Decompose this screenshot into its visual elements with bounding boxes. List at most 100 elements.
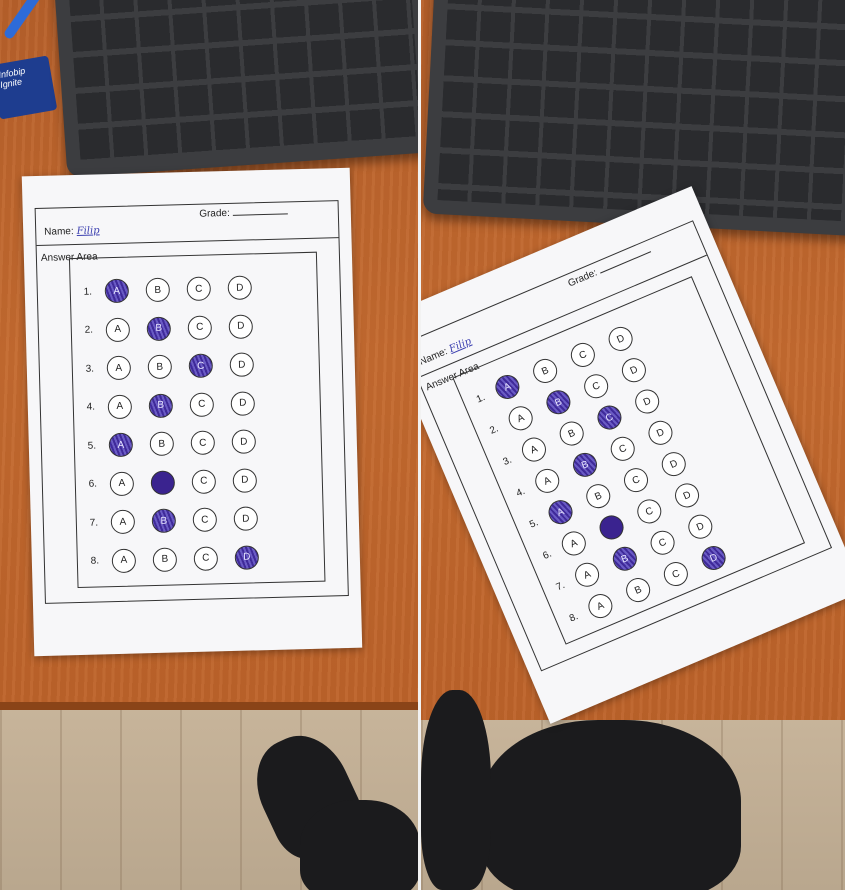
answer-bubble-d[interactable]: D (232, 467, 258, 493)
question-number: 2. (487, 422, 500, 437)
name-value: Filip (447, 336, 474, 356)
question-number: 5. (87, 440, 97, 452)
answer-bubble-b[interactable]: B (150, 469, 176, 495)
question-row: 2. A B C D (71, 309, 318, 345)
name-field: Name:Filip (421, 336, 473, 368)
answer-bubble-b[interactable]: B (569, 449, 601, 481)
answer-bubble-c[interactable]: C (646, 526, 679, 559)
question-row: 1. A B C D (70, 271, 317, 307)
answer-bubble-a[interactable]: A (110, 509, 136, 535)
answer-bubble-a[interactable]: A (558, 527, 590, 560)
answer-bubble-b[interactable]: B (148, 393, 174, 418)
answer-area: 1.ABCD2.ABCD3.ABCD4.ABCD5.ABCD6.ABCD7.AB… (68, 251, 326, 589)
answer-bubble-c[interactable]: C (606, 433, 639, 465)
answer-bubble-c[interactable]: C (192, 507, 218, 533)
question-number: 8. (90, 555, 100, 567)
question-number: 3. (85, 363, 95, 375)
answer-bubble-a[interactable]: A (544, 496, 577, 528)
answer-bubble-d[interactable]: D (618, 354, 650, 386)
answer-bubble-b[interactable]: B (595, 511, 628, 544)
answer-bubble-b[interactable]: B (147, 354, 173, 380)
question-row: 3. A B C D (72, 348, 319, 384)
answer-bubble-b[interactable]: B (152, 546, 178, 572)
answer-bubble-d[interactable]: D (229, 352, 255, 377)
answer-bubble-a[interactable]: A (111, 548, 137, 573)
answer-bubble-d[interactable]: D (231, 429, 257, 454)
shadow (421, 690, 491, 890)
answer-bubble-d[interactable]: D (604, 323, 637, 355)
leg (300, 800, 418, 890)
question-row: 7. A B C D (76, 502, 323, 538)
answer-bubble-c[interactable]: C (186, 276, 212, 302)
answer-bubble-a[interactable]: A (105, 317, 131, 342)
header-divider (36, 237, 339, 247)
answer-bubble-a[interactable]: A (504, 402, 537, 435)
answer-bubble-c[interactable]: C (580, 370, 612, 402)
answer-bubble-a[interactable]: A (518, 433, 550, 466)
answer-bubble-c[interactable]: C (191, 468, 217, 494)
answer-bubble-b[interactable]: B (151, 508, 177, 534)
answer-bubble-c[interactable]: C (190, 430, 216, 456)
answer-bubble-c[interactable]: C (187, 314, 213, 340)
question-number: 4. (514, 485, 527, 499)
question-row: 6. ABCD (75, 463, 322, 499)
answer-bubble-d[interactable]: D (228, 313, 254, 339)
answer-bubble-a[interactable]: A (531, 465, 563, 497)
sheet-frame: Grade: Name:Filip Answer Area 1.ABCD2.AB… (34, 200, 349, 604)
answer-bubble-d[interactable]: D (631, 385, 663, 418)
answer-bubble-d[interactable]: D (233, 506, 259, 531)
grade-field: Grade: (199, 206, 288, 220)
sticker-text: Infobip Ignite (0, 65, 26, 91)
question-row: 4. A B C D (73, 386, 320, 422)
name-field: Name:Filip (44, 225, 100, 237)
answer-bubble-a[interactable]: A (584, 590, 617, 622)
answer-bubble-b[interactable]: B (146, 316, 172, 341)
desk-items: Infobip Ignite (0, 0, 58, 120)
question-number: 7. (554, 579, 567, 593)
answer-bubble-c[interactable]: C (660, 558, 692, 590)
answer-bubble-a[interactable]: A (107, 394, 133, 419)
answer-bubble-a[interactable]: A (109, 471, 135, 496)
keyboard-keys (68, 0, 418, 163)
answer-bubble-a[interactable]: A (108, 432, 134, 458)
answer-bubble-d[interactable]: D (234, 544, 260, 570)
answer-bubble-b[interactable]: B (145, 277, 171, 303)
question-number: 6. (88, 478, 98, 490)
answer-bubble-b[interactable]: B (622, 574, 654, 606)
question-row: 8. A B C D (77, 540, 324, 576)
answer-bubble-c[interactable]: C (593, 401, 626, 434)
right-photo: Grade: Name:Filip Answer Area 1. A B C D 2. A B… (421, 0, 845, 890)
answer-bubble-c[interactable]: C (620, 464, 652, 496)
answer-bubble-c[interactable]: C (189, 391, 215, 417)
name-label: Name: (44, 226, 74, 238)
answer-bubble-d[interactable]: D (684, 510, 717, 543)
answer-bubble-a[interactable]: A (106, 355, 132, 381)
question-number: 2. (84, 324, 94, 336)
answer-bubble-b[interactable]: B (529, 355, 561, 387)
answer-bubble-d[interactable]: D (671, 479, 703, 512)
answer-bubble-c[interactable]: C (567, 339, 599, 371)
question-number: 4. (86, 401, 96, 413)
answer-bubble-c[interactable]: C (193, 545, 219, 571)
grade-label: Grade: (566, 267, 599, 290)
answer-bubble-a[interactable]: A (104, 278, 130, 304)
answer-bubble-a[interactable]: A (491, 371, 524, 403)
answer-bubble-b[interactable]: B (542, 386, 575, 418)
answer-bubble-c[interactable]: C (188, 353, 214, 379)
answer-bubble-b[interactable]: B (149, 431, 175, 457)
left-photo: Infobip Ignite Grade: Name: Filip Answer … (0, 0, 418, 890)
question-row: 5. A B C D (74, 425, 321, 461)
keyboard-keys (437, 0, 845, 222)
grade-line (600, 251, 652, 274)
answer-bubble-c[interactable]: C (633, 495, 666, 528)
legs (481, 720, 741, 890)
answer-bubble-b[interactable]: B (609, 543, 641, 575)
answer-bubble-d[interactable]: D (227, 275, 253, 301)
answer-bubble-a[interactable]: A (571, 559, 603, 591)
answer-bubble-d[interactable]: D (658, 448, 690, 480)
answer-bubble-b[interactable]: B (582, 480, 615, 512)
answer-bubble-d[interactable]: D (644, 417, 677, 449)
answer-bubble-d[interactable]: D (697, 542, 730, 574)
answer-bubble-d[interactable]: D (230, 390, 256, 416)
answer-bubble-b[interactable]: B (555, 417, 588, 450)
